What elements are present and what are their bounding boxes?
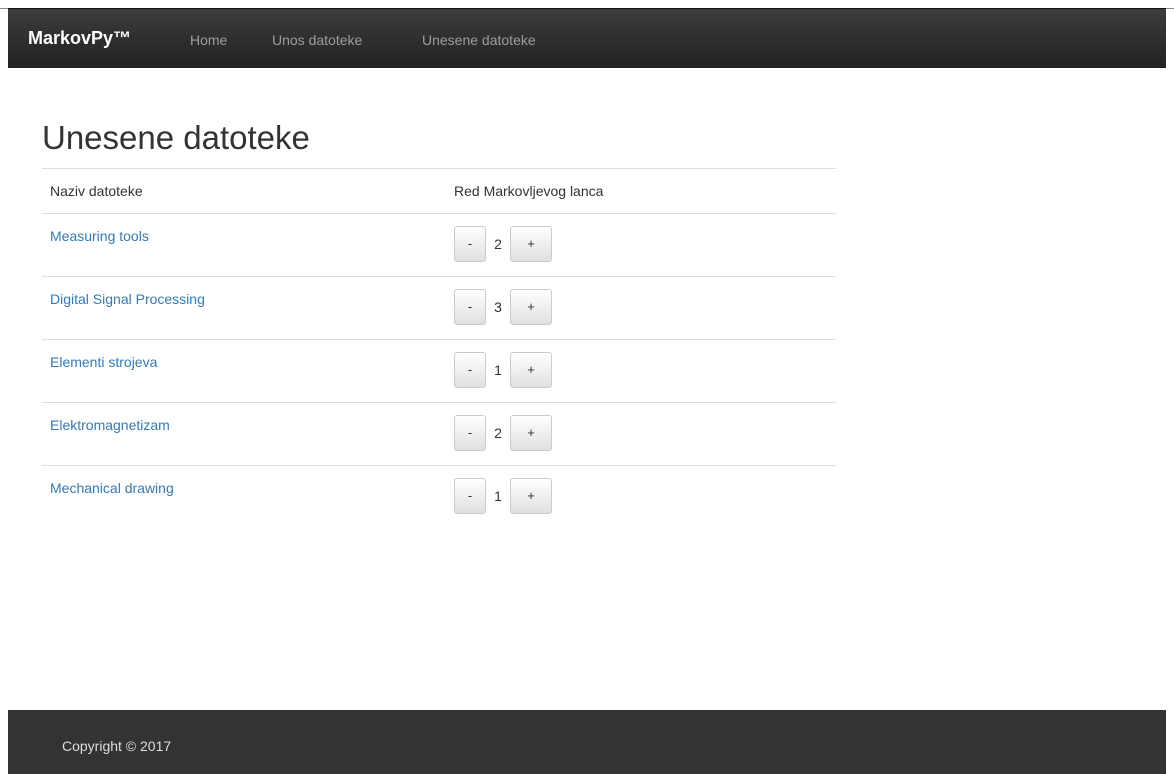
decrement-button[interactable]: -: [454, 478, 486, 514]
increment-button[interactable]: +: [510, 478, 552, 514]
decrement-button[interactable]: -: [454, 226, 486, 262]
increment-button[interactable]: +: [510, 352, 552, 388]
increment-button[interactable]: +: [510, 226, 552, 262]
increment-button[interactable]: +: [510, 289, 552, 325]
brand-link[interactable]: MarkovPy™: [28, 28, 131, 48]
order-value: 3: [494, 299, 502, 315]
table-row: Elektromagnetizam - 2 +: [42, 402, 836, 466]
navbar: MarkovPy™ Home Unos datoteke Unesene dat…: [8, 8, 1166, 68]
file-link[interactable]: Digital Signal Processing: [50, 291, 205, 307]
order-stepper: - 1 +: [454, 352, 552, 388]
file-link[interactable]: Elektromagnetizam: [50, 417, 170, 433]
nav-link-home[interactable]: Home: [190, 31, 227, 49]
nav-link-unesene-datoteke[interactable]: Unesene datoteke: [422, 31, 536, 49]
table-row: Measuring tools - 2 +: [42, 213, 836, 277]
decrement-button[interactable]: -: [454, 289, 486, 325]
order-value: 1: [494, 362, 502, 378]
table-header-row: Naziv datoteke Red Markovljevog lanca: [42, 168, 836, 214]
order-value: 2: [494, 236, 502, 252]
table-row: Elementi strojeva - 1 +: [42, 339, 836, 403]
order-value: 2: [494, 425, 502, 441]
files-table: Naziv datoteke Red Markovljevog lanca Me…: [42, 168, 836, 528]
file-link[interactable]: Measuring tools: [50, 228, 149, 244]
decrement-button[interactable]: -: [454, 415, 486, 451]
order-stepper: - 2 +: [454, 415, 552, 451]
file-link[interactable]: Mechanical drawing: [50, 480, 174, 496]
order-stepper: - 1 +: [454, 478, 552, 514]
order-stepper: - 2 +: [454, 226, 552, 262]
page-title: Unesene datoteke: [42, 119, 310, 156]
table-row: Digital Signal Processing - 3 +: [42, 276, 836, 340]
order-stepper: - 3 +: [454, 289, 552, 325]
column-header-name: Naziv datoteke: [42, 168, 446, 214]
decrement-button[interactable]: -: [454, 352, 486, 388]
increment-button[interactable]: +: [510, 415, 552, 451]
copyright-text: Copyright © 2017: [62, 738, 172, 754]
table-row: Mechanical drawing - 1 +: [42, 465, 836, 528]
nav-link-unos-datoteke[interactable]: Unos datoteke: [272, 31, 362, 49]
file-link[interactable]: Elementi strojeva: [50, 354, 157, 370]
order-value: 1: [494, 488, 502, 504]
column-header-order: Red Markovljevog lanca: [446, 168, 836, 214]
footer: Copyright © 2017: [8, 710, 1166, 774]
